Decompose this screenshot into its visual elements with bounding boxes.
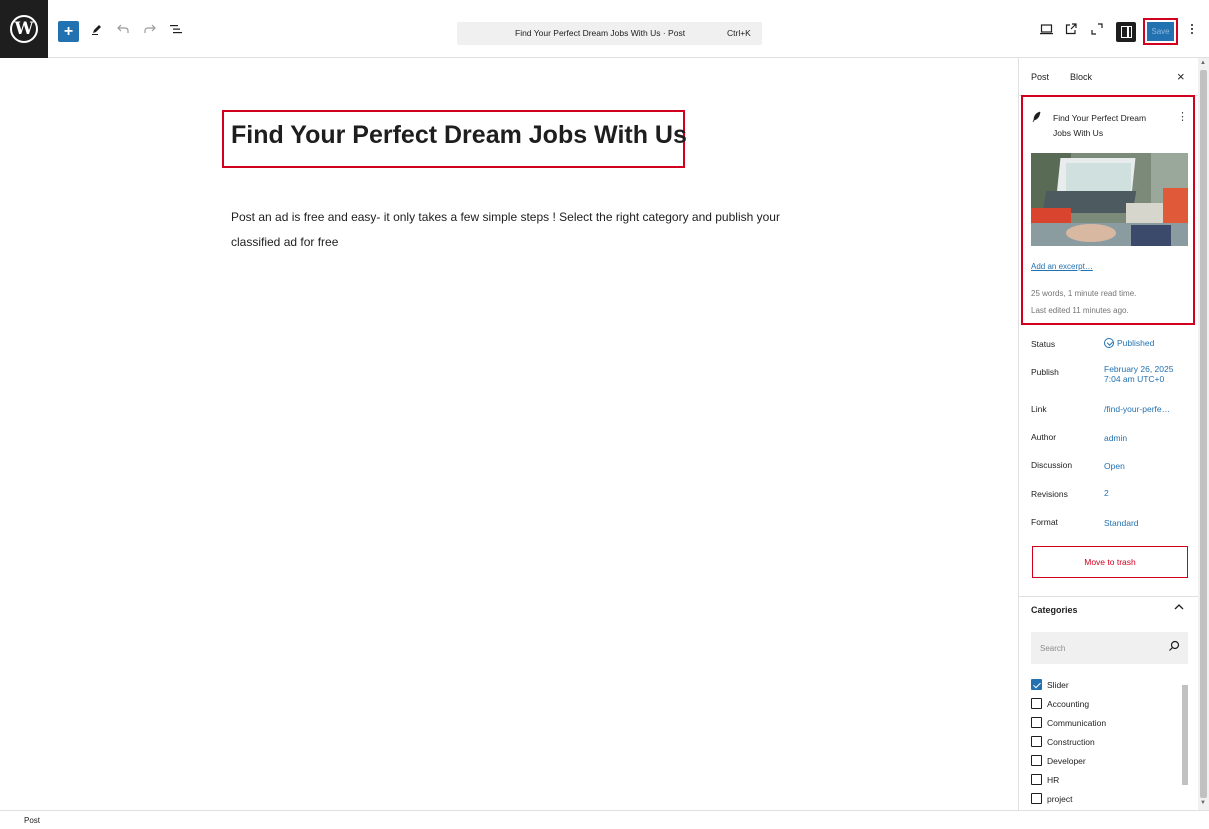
category-item[interactable]: HR [1031, 770, 1191, 789]
command-palette-button[interactable]: Find Your Perfect Dream Jobs With Us · P… [457, 22, 762, 45]
settings-toggle-button[interactable] [1116, 22, 1136, 42]
publish-date: February 26, 2025 [1104, 364, 1174, 374]
redo-button[interactable] [141, 20, 159, 38]
revisions-label: Revisions [1031, 489, 1068, 499]
last-edited: Last edited 11 minutes ago. [1031, 306, 1129, 315]
category-item[interactable]: project [1031, 789, 1191, 808]
scroll-up-icon[interactable]: ▲ [1200, 60, 1206, 66]
checkbox[interactable] [1031, 736, 1042, 747]
author-button[interactable]: admin [1104, 433, 1127, 443]
author-label: Author [1031, 432, 1057, 442]
settings-sidebar: Post Block × Find Your Perfect Dream Job… [1018, 58, 1198, 810]
wordpress-logo-button[interactable]: W [0, 0, 48, 58]
category-list: Slider Accounting Communication Construc… [1031, 675, 1191, 808]
redo-icon [144, 24, 156, 33]
format-button[interactable]: Standard [1104, 518, 1139, 528]
move-to-trash-button[interactable]: Move to trash [1032, 546, 1188, 578]
tab-block[interactable]: Block [1070, 72, 1092, 82]
category-item[interactable]: Communication [1031, 713, 1191, 732]
status-label: Status [1031, 339, 1056, 349]
checkbox[interactable] [1031, 755, 1042, 766]
undo-button[interactable] [114, 20, 132, 38]
publish-date-button[interactable]: February 26, 2025 7:04 am UTC+0 [1104, 364, 1173, 384]
status-value: Published [1117, 338, 1155, 348]
category-label: Communication [1047, 717, 1107, 728]
word-count: 25 words, 1 minute read time. [1031, 289, 1137, 298]
category-scrollbar[interactable] [1182, 675, 1188, 810]
category-item[interactable]: Developer [1031, 751, 1191, 770]
scrollbar-thumb[interactable] [1200, 70, 1207, 798]
external-link-icon [1065, 23, 1077, 35]
keyboard-shortcut: Ctrl+K [727, 28, 751, 38]
discussion-button[interactable]: Open [1104, 461, 1125, 471]
checkbox-checked[interactable] [1031, 679, 1042, 690]
fullscreen-button[interactable] [1088, 20, 1106, 38]
category-label: Accounting [1047, 698, 1090, 709]
post-feather-icon [1032, 111, 1042, 126]
permalink-button[interactable]: /find-your-perfe… [1104, 404, 1170, 414]
search-placeholder: Search [1040, 644, 1066, 653]
options-button[interactable] [1183, 20, 1201, 38]
wordpress-icon: W [10, 15, 38, 43]
category-label: HR [1047, 774, 1060, 785]
publish-label: Publish [1031, 367, 1059, 377]
discussion-label: Discussion [1031, 460, 1073, 470]
list-view-button[interactable] [167, 20, 185, 38]
category-label: Construction [1047, 736, 1095, 747]
category-item[interactable]: Construction [1031, 732, 1191, 751]
tab-post[interactable]: Post [1031, 72, 1049, 82]
pencil-icon [92, 25, 101, 35]
format-label: Format [1031, 517, 1058, 527]
category-item[interactable]: Slider [1031, 675, 1191, 694]
scroll-down-icon[interactable]: ▼ [1200, 800, 1206, 806]
category-search-field[interactable]: Search [1031, 632, 1188, 664]
publish-time: 7:04 am UTC+0 [1104, 374, 1165, 384]
checkbox[interactable] [1031, 698, 1042, 709]
tools-button[interactable] [88, 20, 106, 38]
categories-panel-title[interactable]: Categories [1031, 605, 1078, 615]
category-label: project [1047, 793, 1073, 804]
breadcrumb-post[interactable]: Post [24, 816, 40, 825]
status-value-button[interactable]: Published [1104, 338, 1154, 348]
settings-panel-icon [1120, 26, 1132, 38]
post-title[interactable]: Find Your Perfect Dream Jobs With Us [231, 121, 687, 150]
category-item[interactable]: Accounting [1031, 694, 1191, 713]
sidebar-scrollbar[interactable]: ▲ ▼ [1198, 58, 1209, 810]
block-inserter-button[interactable]: + [58, 21, 79, 42]
list-view-icon [170, 25, 182, 34]
featured-image[interactable] [1031, 153, 1188, 246]
more-vertical-icon [1191, 24, 1193, 34]
panel-divider [1019, 596, 1198, 597]
desktop-icon [1039, 23, 1053, 34]
link-label: Link [1031, 404, 1047, 414]
checkbox[interactable] [1031, 774, 1042, 785]
close-icon[interactable]: × [1177, 69, 1185, 84]
view-post-button[interactable] [1062, 20, 1080, 38]
scrollbar-thumb[interactable] [1182, 685, 1188, 785]
published-check-icon [1104, 338, 1114, 348]
document-title: Find Your Perfect Dream Jobs With Us · P… [515, 28, 686, 38]
more-vertical-icon[interactable]: ⋮ [1177, 110, 1188, 123]
summary-post-title: Find Your Perfect Dream Jobs With Us [1053, 113, 1147, 138]
editor-header: W + Find Your Perfect Dream Jobs With Us… [0, 0, 1209, 58]
category-label: Slider [1047, 679, 1069, 690]
editor-canvas[interactable] [0, 58, 1018, 810]
preview-device-button[interactable] [1037, 20, 1055, 38]
revisions-button[interactable]: 2 [1104, 488, 1109, 498]
checkbox[interactable] [1031, 793, 1042, 804]
fullscreen-icon [1091, 23, 1103, 35]
category-label: Developer [1047, 755, 1086, 766]
checkbox[interactable] [1031, 717, 1042, 728]
block-breadcrumb-bar: Post [0, 810, 1209, 829]
paragraph-block[interactable]: Post an ad is free and easy- it only tak… [231, 205, 801, 255]
search-icon [1168, 640, 1180, 655]
sidebar-tabs: Post Block × [1019, 58, 1198, 96]
save-button-label: Save [1147, 22, 1174, 41]
undo-icon [117, 24, 129, 33]
chevron-up-icon[interactable] [1174, 601, 1184, 613]
add-excerpt-link[interactable]: Add an excerpt… [1031, 262, 1093, 271]
save-button[interactable]: Save [1143, 18, 1178, 45]
